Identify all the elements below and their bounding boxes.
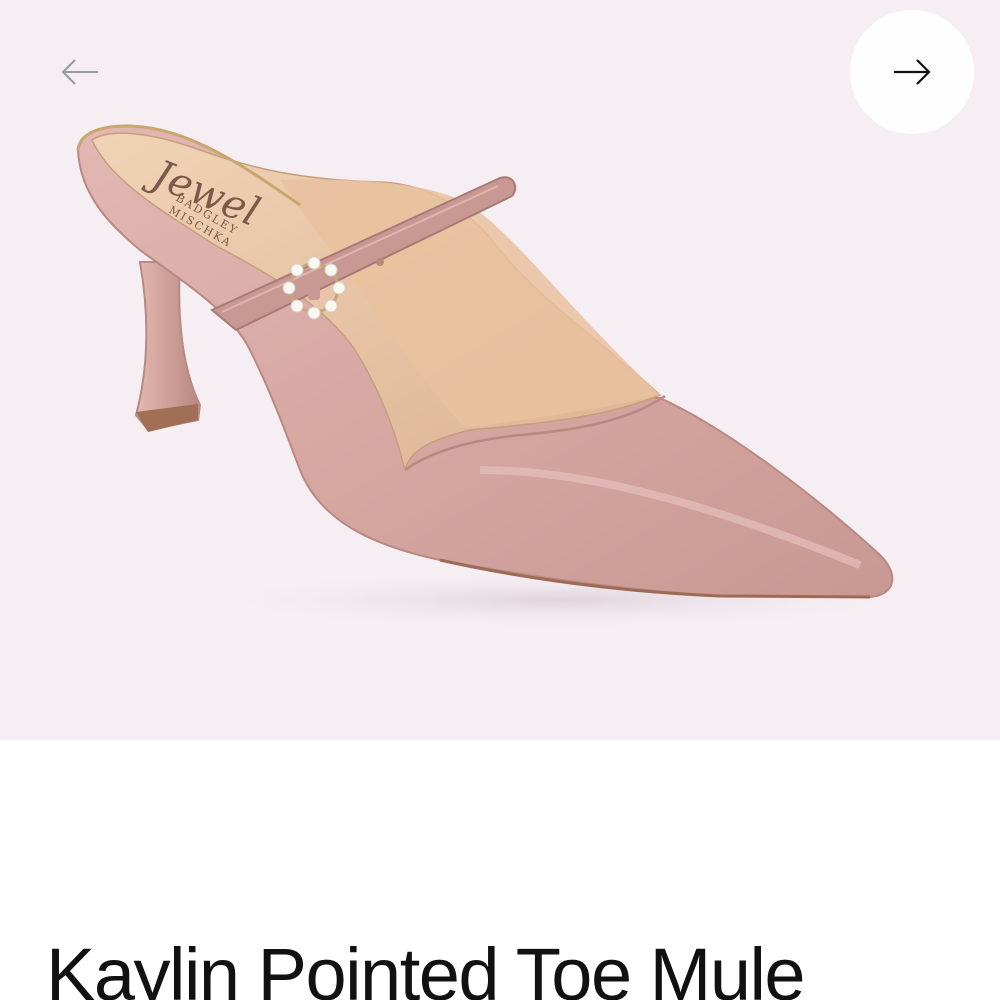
previous-image-button[interactable] bbox=[18, 10, 142, 134]
arrow-right-icon bbox=[892, 57, 932, 87]
next-image-button[interactable] bbox=[850, 10, 974, 134]
arrow-left-icon bbox=[60, 57, 100, 87]
product-image: Jewel BADGLEY MISCHKA bbox=[76, 124, 920, 630]
pearl-buckle bbox=[282, 256, 346, 320]
product-title: Kaylin Pointed Toe Mule bbox=[46, 933, 806, 1000]
product-image-gallery: Jewel BADGLEY MISCHKA bbox=[0, 0, 1000, 740]
product-info: Kaylin Pointed Toe Mule bbox=[0, 740, 1000, 1000]
